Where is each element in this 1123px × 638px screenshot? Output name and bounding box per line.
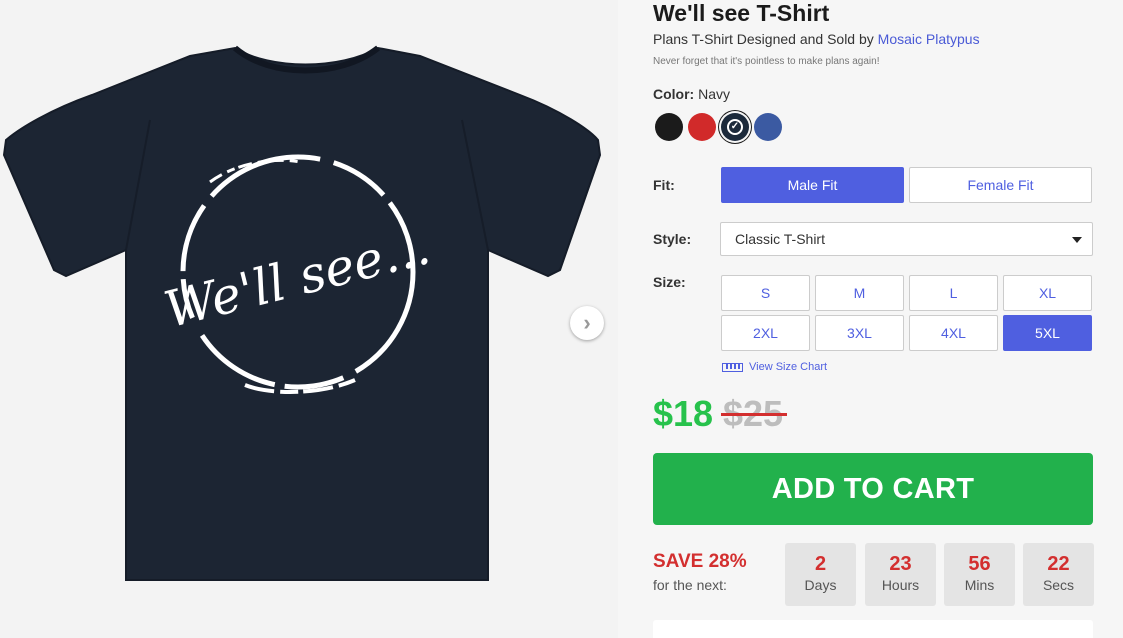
chevron-right-icon: › xyxy=(583,310,591,335)
style-select[interactable]: Classic T-Shirt xyxy=(720,222,1093,256)
countdown-mins: 56 Mins xyxy=(944,543,1015,606)
size-option-2xl[interactable]: 2XL xyxy=(721,315,810,351)
caret-down-icon xyxy=(1072,237,1082,243)
countdown-value: 22 xyxy=(1047,553,1070,575)
countdown-value: 23 xyxy=(889,553,912,575)
tshirt-image: We'll see... xyxy=(2,45,602,581)
ruler-icon xyxy=(722,362,743,372)
checkmark-icon: ✓ xyxy=(727,119,743,135)
female-fit-button[interactable]: Female Fit xyxy=(909,167,1092,203)
fit-label: Fit: xyxy=(653,177,675,193)
view-size-chart-label: View Size Chart xyxy=(749,361,828,373)
next-image-button[interactable]: › xyxy=(570,306,604,340)
size-option-4xl[interactable]: 4XL xyxy=(909,315,998,351)
color-label: Color: Navy xyxy=(653,86,730,102)
save-percent: SAVE 28% xyxy=(653,551,747,572)
save-sublabel: for the next: xyxy=(653,577,727,593)
color-swatch-blue[interactable] xyxy=(754,113,782,141)
size-option-xl[interactable]: XL xyxy=(1003,275,1092,311)
male-fit-button[interactable]: Male Fit xyxy=(721,167,904,203)
original-price: $25 xyxy=(720,393,788,434)
size-label: Size: xyxy=(653,274,686,290)
countdown-unit: Days xyxy=(804,577,837,593)
color-swatches: ✓ xyxy=(655,113,782,141)
sale-info: SAVE 28% for the next: xyxy=(653,551,747,593)
size-option-l[interactable]: L xyxy=(909,275,998,311)
artist-link[interactable]: Mosaic Platypus xyxy=(878,31,980,47)
product-image-panel: We'll see... › xyxy=(0,0,618,638)
countdown-unit: Hours xyxy=(881,577,920,593)
countdown-days: 2 Days xyxy=(785,543,856,606)
countdown-value: 56 xyxy=(968,553,991,575)
size-options: S M L XL 2XL 3XL 4XL 5XL xyxy=(721,275,1092,351)
product-details: We'll see T-Shirt Plans T-Shirt Designed… xyxy=(618,0,1123,638)
countdown-secs: 22 Secs xyxy=(1023,543,1094,606)
color-swatch-black[interactable] xyxy=(655,113,683,141)
color-label-title: Color: xyxy=(653,86,695,102)
size-option-3xl[interactable]: 3XL xyxy=(815,315,904,351)
product-byline: Plans T-Shirt Designed and Sold by Mosai… xyxy=(653,31,980,47)
countdown-value: 2 xyxy=(814,553,827,575)
color-swatch-navy[interactable]: ✓ xyxy=(721,113,749,141)
style-select-value: Classic T-Shirt xyxy=(735,231,825,247)
size-option-s[interactable]: S xyxy=(721,275,810,311)
product-tagline: Never forget that it's pointless to make… xyxy=(653,56,880,67)
byline-prefix: Plans T-Shirt Designed and Sold by xyxy=(653,31,878,47)
countdown-unit: Secs xyxy=(1042,577,1075,593)
color-swatch-red[interactable] xyxy=(688,113,716,141)
color-selected-name: Navy xyxy=(698,86,731,102)
add-to-cart-button[interactable]: ADD TO CART xyxy=(653,453,1093,525)
product-title: We'll see T-Shirt xyxy=(653,0,830,26)
size-option-5xl[interactable]: 5XL xyxy=(1003,315,1092,351)
size-option-m[interactable]: M xyxy=(815,275,904,311)
style-label: Style: xyxy=(653,231,692,247)
view-size-chart-link[interactable]: View Size Chart xyxy=(722,361,827,373)
info-card xyxy=(653,620,1093,638)
countdown-unit: Mins xyxy=(964,577,995,593)
countdown-hours: 23 Hours xyxy=(865,543,936,606)
current-price: $18 xyxy=(653,393,714,434)
